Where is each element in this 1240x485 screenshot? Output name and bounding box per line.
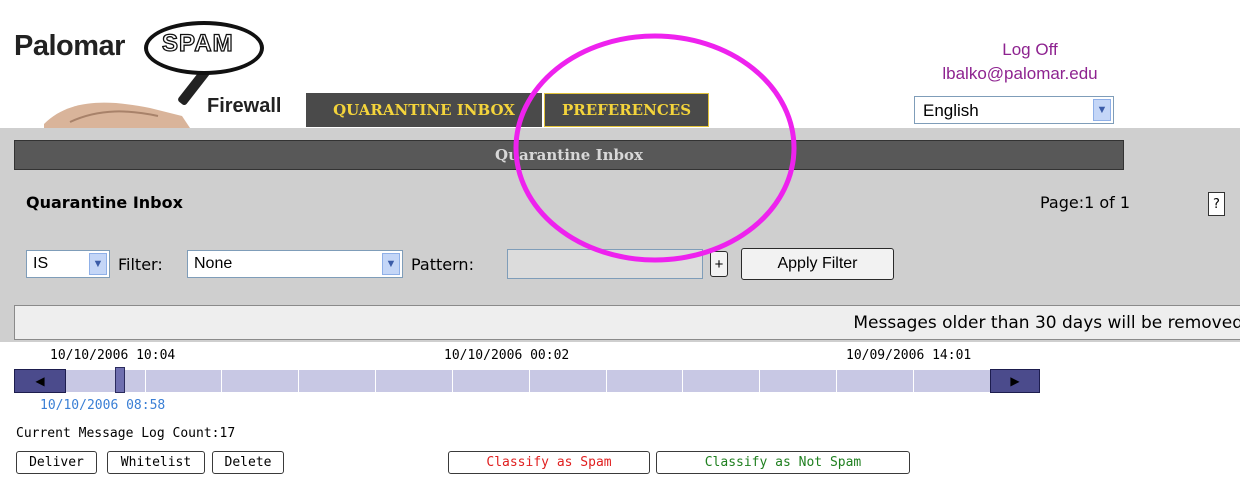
panel-title: Quarantine Inbox bbox=[26, 193, 183, 212]
logo-word: Palomar bbox=[14, 30, 125, 62]
filter-label: Filter: bbox=[118, 255, 163, 274]
operator-value: IS bbox=[33, 255, 49, 272]
arrow-left-icon: ◀ bbox=[35, 374, 45, 388]
timeline-end-label: 10/09/2006 14:01 bbox=[846, 348, 972, 363]
filter-select[interactable]: None ▼ bbox=[187, 250, 403, 278]
language-select[interactable]: English ▼ bbox=[914, 96, 1114, 124]
log-off-link[interactable]: Log Off bbox=[960, 40, 1100, 60]
message-log-count: Current Message Log Count:17 bbox=[16, 426, 236, 441]
logo-spam-text: SPAM bbox=[161, 29, 234, 57]
pattern-label: Pattern: bbox=[411, 255, 474, 274]
chevron-down-icon[interactable]: ▼ bbox=[382, 253, 400, 275]
retention-notice: Messages older than 30 days will be remo… bbox=[14, 305, 1240, 340]
timeline-track[interactable] bbox=[14, 370, 1040, 392]
whitelist-button[interactable]: Whitelist bbox=[107, 451, 205, 474]
logo-firewall-text: Firewall bbox=[207, 95, 282, 117]
classify-not-spam-button[interactable]: Classify as Not Spam bbox=[656, 451, 910, 474]
timeline-selected-label: 10/10/2006 08:58 bbox=[40, 398, 166, 413]
timeline-start-label: 10/10/2006 10:04 bbox=[50, 348, 176, 363]
timeline-mid-label: 10/10/2006 00:02 bbox=[444, 348, 570, 363]
tab-quarantine-inbox[interactable]: QUARANTINE INBOX bbox=[306, 93, 542, 127]
delete-button[interactable]: Delete bbox=[212, 451, 284, 474]
timeline-thumb[interactable] bbox=[115, 367, 125, 393]
timeline-left-arrow[interactable]: ◀ bbox=[14, 369, 66, 393]
classify-spam-button[interactable]: Classify as Spam bbox=[448, 451, 650, 474]
deliver-button[interactable]: Deliver bbox=[16, 451, 97, 474]
help-button[interactable]: ? bbox=[1208, 192, 1225, 216]
annotation-circle bbox=[513, 33, 797, 263]
chevron-down-icon[interactable]: ▼ bbox=[1093, 99, 1111, 121]
user-email: lbalko@palomar.edu bbox=[942, 64, 1098, 83]
timeline-right-arrow[interactable]: ▶ bbox=[990, 369, 1040, 393]
arrow-right-icon: ▶ bbox=[1010, 374, 1020, 388]
chevron-down-icon[interactable]: ▼ bbox=[89, 253, 107, 275]
page-indicator: Page:1 of 1 bbox=[1040, 193, 1131, 212]
language-selected: English bbox=[923, 101, 979, 120]
logo: Palomar SPAM Firewall bbox=[14, 18, 314, 128]
operator-select[interactable]: IS ▼ bbox=[26, 250, 110, 278]
filter-value: None bbox=[194, 255, 233, 272]
